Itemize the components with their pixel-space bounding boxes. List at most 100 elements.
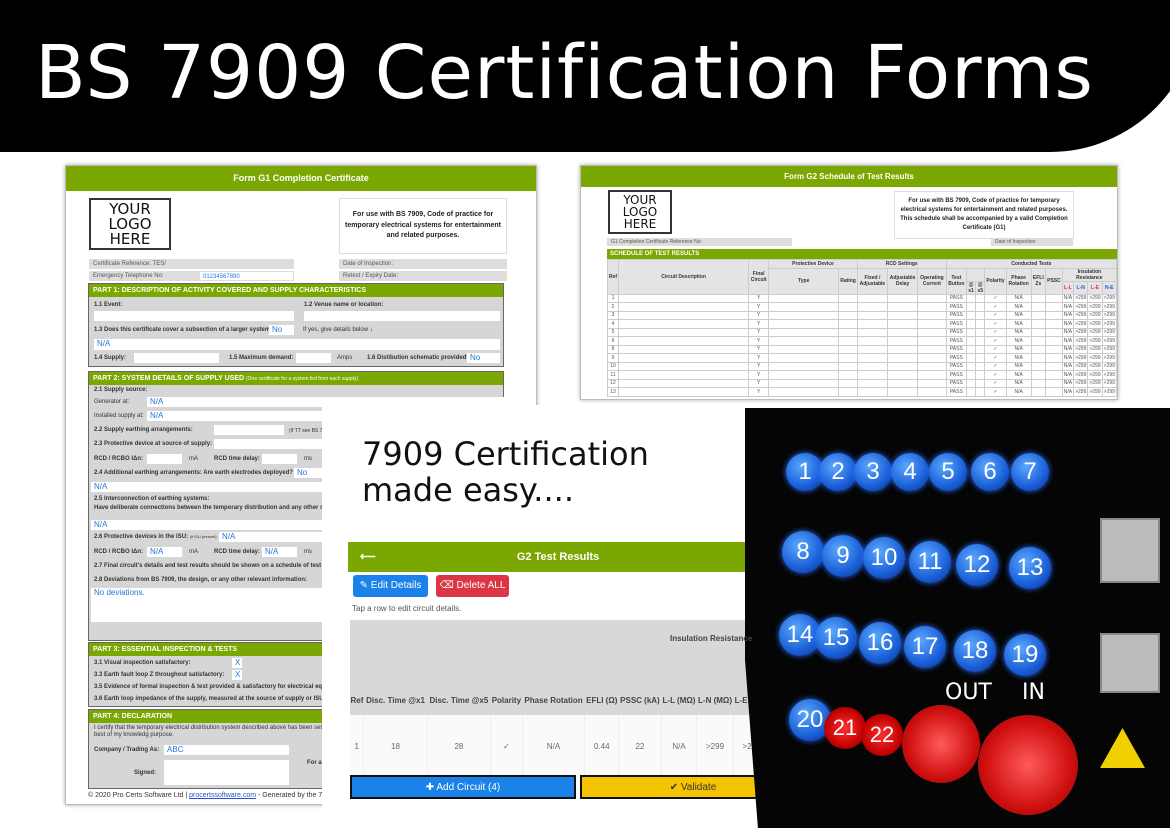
socket-4: 4 [891,453,929,491]
g1-note: For use with BS 7909, Code of practice f… [339,198,507,254]
signature-field[interactable] [164,760,289,785]
rcd2-field[interactable]: N/A [147,547,182,557]
cell [1045,302,1063,312]
socket-21: 21 [824,707,866,749]
cell [887,378,919,388]
cell [838,344,858,354]
column-header: Polarity [490,620,523,715]
hint-text: Tap a row to edit circuit details. [352,604,462,613]
cell [1045,293,1063,303]
cell [856,353,889,363]
edit-details-button[interactable]: ✎ Edit Details [353,575,428,597]
cell: N/A [1005,327,1032,337]
emergency-field[interactable]: 01234567890 [199,271,294,281]
cell [1045,387,1063,397]
event-field[interactable] [94,311,294,321]
logo-placeholder: YOUR LOGO HERE [89,198,171,250]
cell [965,293,977,303]
retest-label: Retest / Expiry Date: [339,271,507,281]
cell [618,361,750,371]
cell [838,361,858,371]
cell [1030,361,1047,371]
cell [618,302,750,312]
cell: >299 [1101,327,1117,337]
cell [856,319,889,329]
app-results-table: Ref Disc. Time @x1 Disc. Time @x5 Polarity P… [350,620,771,777]
cell: >299 [1087,344,1103,354]
banner: BS 7909 Certification Forms [0,0,1170,152]
cell [1045,370,1063,380]
cell: N/A [1061,387,1075,397]
cell [975,378,986,388]
cell [768,310,840,320]
schedule-header: SCHEDULE OF TEST RESULTS [607,249,1117,259]
cell [887,319,919,329]
cell: N/A [1061,336,1075,346]
cell: Y [748,370,770,380]
cell [768,293,840,303]
cell: PASS [945,327,967,337]
socket-9: 9 [822,535,864,577]
column-header: Ref [350,620,364,715]
cell: PASS [945,378,967,388]
cell [975,327,986,337]
add-circuit-button[interactable]: ✚ Add Circuit (4) [350,775,576,799]
cell: 28 [427,715,492,777]
table-row[interactable]: 1 18 28 ✓ N/A 0.44 22 N/A >299 >299 [350,715,771,777]
visual-inspection-check[interactable]: X [232,658,242,668]
cell: >299 [1073,327,1089,337]
app-screen: ⟵ G2 Test Results ✎ Edit Details ⌫ Delete… [348,540,808,802]
earthing-field[interactable] [214,425,284,435]
rcd-delay2-field[interactable]: N/A [262,547,297,557]
cell [887,370,919,380]
cell: 22 [618,715,662,777]
test-results-table: Ref Circuit Description Final Circuit Prote… [606,259,1117,397]
cell [917,344,947,354]
cell: >299 [1073,336,1089,346]
cell [768,302,840,312]
cell: N/A [1005,387,1032,397]
cell: ✓ [984,319,1007,329]
back-arrow-icon[interactable]: ⟵ [360,542,376,572]
supply-field[interactable] [134,353,219,363]
cell: N/A [1005,344,1032,354]
cell [856,361,889,371]
emergency-label: Emergency Telephone No: [89,271,199,281]
rcd-delay-field[interactable] [262,454,297,464]
cell: PASS [945,361,967,371]
cell [1030,310,1047,320]
column-header: PSSC (kA) [618,620,662,715]
table-row: 10 Y PASS ✓ N/A N/A >299 >299 >299 [606,361,1117,371]
socket-12: 12 [956,544,998,586]
schematic-field[interactable]: No [467,353,500,363]
subsection-field[interactable]: No [269,325,294,335]
cell: >299 [1087,361,1103,371]
cell: 18 [363,715,428,777]
cell [887,344,919,354]
cell: ✓ [984,327,1007,337]
cell [917,319,947,329]
company-field[interactable]: ABC [164,745,289,755]
warning-icon [1100,728,1145,768]
table-row: 2 Y PASS ✓ N/A N/A >299 >299 >299 [606,302,1117,312]
rcd-field[interactable] [147,454,182,464]
cell [887,387,919,397]
cell [965,378,977,388]
earth-fault-check[interactable]: X [232,670,242,680]
earth-electrodes-field[interactable]: No [294,468,324,478]
cell [768,319,840,329]
footer-link[interactable]: procertssoftware.com [189,792,256,799]
cell [1030,302,1047,312]
delete-all-button[interactable]: ⌫ Delete ALL [436,575,509,597]
logo-placeholder: YOUR LOGO HERE [608,190,672,234]
cell [618,378,750,388]
cell [965,319,977,329]
subsection-details[interactable]: N/A [94,339,500,350]
max-demand-field[interactable] [296,353,331,363]
cell: 5 [606,327,620,337]
venue-field[interactable] [304,311,500,321]
cell: >299 [1087,319,1103,329]
cell: 11 [606,370,620,380]
cell [1030,336,1047,346]
cell [975,370,986,380]
